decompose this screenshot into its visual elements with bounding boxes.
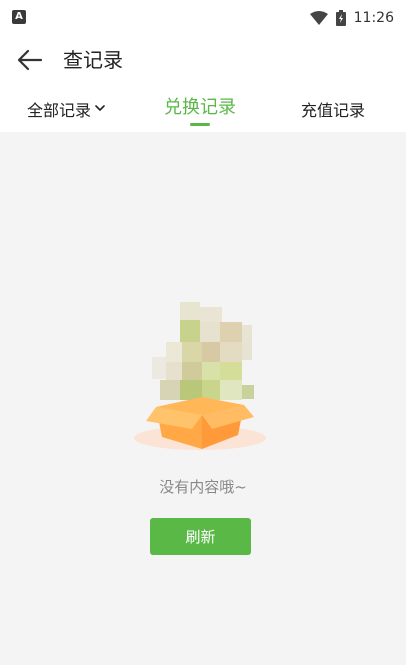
active-tab-indicator <box>190 122 210 126</box>
tab-all-records-label: 全部记录 <box>27 101 92 120</box>
tab-exchange-records[interactable]: 兑换记录 <box>164 86 236 132</box>
arrow-left-icon <box>17 49 43 71</box>
record-tabs: 全部记录 兑换记录 充值记录 <box>0 86 406 132</box>
screen: A 11:26 查记录 全部记录 兑换记录 充值记录 没有内容哦~ 刷新 <box>0 0 406 665</box>
status-icons: 11:26 <box>309 9 394 27</box>
page-title: 查记录 <box>63 48 123 72</box>
title-bar: 查记录 <box>0 36 406 84</box>
notification-app-icon: A <box>12 10 26 24</box>
tab-recharge-records-label: 充值记录 <box>301 101 366 120</box>
status-bar: A 11:26 <box>0 0 406 36</box>
tab-all-records[interactable]: 全部记录 <box>27 86 105 132</box>
empty-state-panel: 没有内容哦~ 刷新 <box>0 132 406 665</box>
empty-message: 没有内容哦~ <box>159 478 247 496</box>
empty-box-illustration <box>134 302 266 450</box>
tab-recharge-records[interactable]: 充值记录 <box>301 86 365 132</box>
tab-exchange-records-label: 兑换记录 <box>164 96 236 118</box>
wifi-icon <box>309 11 328 25</box>
status-time: 11:26 <box>353 10 394 26</box>
refresh-button[interactable]: 刷新 <box>150 518 251 555</box>
back-button[interactable] <box>12 44 48 76</box>
battery-icon <box>335 10 346 26</box>
chevron-down-icon <box>95 105 105 112</box>
